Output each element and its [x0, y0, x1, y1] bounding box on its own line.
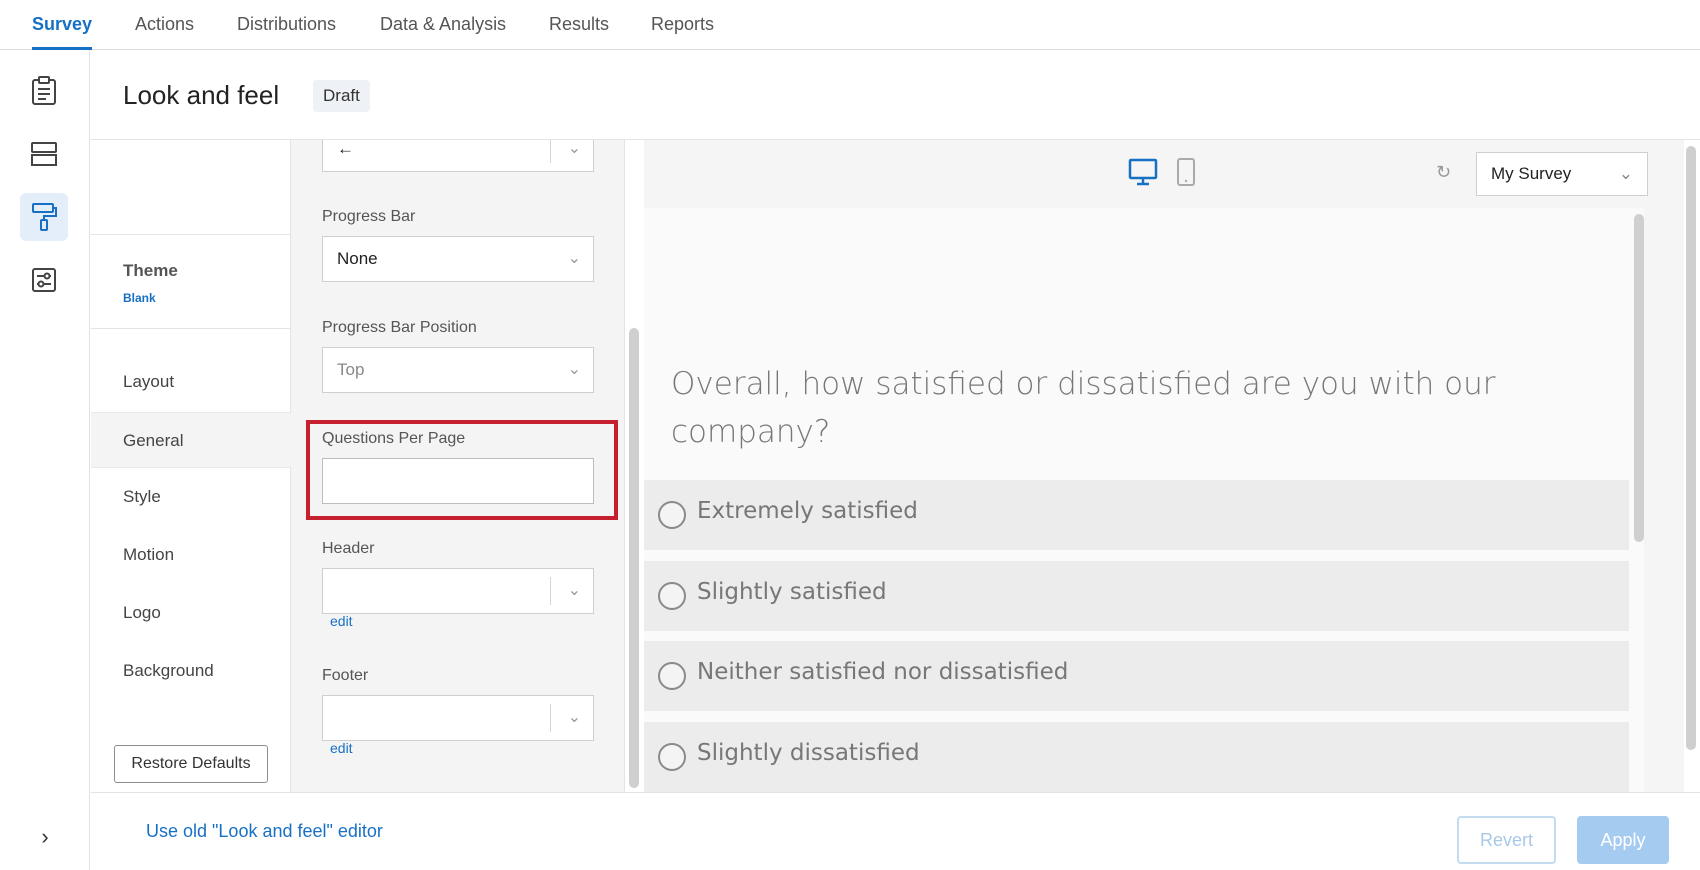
status-badge: Draft — [313, 80, 370, 112]
survey-selector[interactable]: My Survey ⌄ — [1476, 152, 1648, 196]
preview-frame: Overall, how satisfied or dissatisfied a… — [644, 208, 1644, 792]
page-scrollbar[interactable] — [1686, 146, 1696, 750]
header-edit-link[interactable]: edit — [330, 613, 353, 629]
old-editor-link[interactable]: Use old "Look and feel" editor — [146, 821, 383, 842]
chevron-down-icon: ⌄ — [567, 582, 581, 599]
footer-edit-link[interactable]: edit — [330, 740, 353, 756]
header-label: Header — [322, 540, 375, 557]
chevron-down-icon: ⌄ — [567, 250, 581, 267]
nav-item-logo[interactable]: Logo — [91, 585, 291, 641]
choice-item[interactable]: Slightly dissatisfied — [644, 722, 1629, 792]
chevron-right-icon[interactable]: › — [30, 822, 60, 852]
question-text: Overall, how satisfied or dissatisfied a… — [671, 366, 1496, 450]
options-scrollbar[interactable] — [629, 328, 639, 788]
theme-value: Blank — [123, 291, 156, 305]
tab-survey[interactable]: Survey — [32, 0, 93, 50]
choice-label: Neither satisfied nor dissatisfied — [697, 659, 1069, 685]
choice-label: Slightly dissatisfied — [697, 740, 920, 766]
apply-button[interactable]: Apply — [1577, 816, 1669, 864]
questions-per-page-highlight — [306, 420, 618, 520]
left-icon-rail: › — [0, 50, 90, 870]
progress-bar-value: None — [337, 249, 378, 268]
progress-bar-position-label: Progress Bar Position — [322, 319, 477, 336]
footer-select[interactable]: ⌄ — [322, 695, 594, 741]
progress-bar-position-value: Top — [337, 360, 365, 379]
tab-distributions[interactable]: Distributions — [237, 0, 336, 50]
preview-scrollbar[interactable] — [1634, 214, 1644, 542]
page-title: Look and feel — [123, 80, 280, 110]
settings-nav: Theme Blank Layout General Style Motion … — [91, 140, 291, 792]
select-divider — [550, 140, 551, 163]
restore-defaults-button[interactable]: Restore Defaults — [114, 745, 268, 783]
top-nav: Survey Actions Distributions Data & Anal… — [0, 0, 1700, 50]
progress-bar-select[interactable]: None ⌄ — [322, 236, 594, 282]
survey-flow-icon[interactable] — [20, 130, 68, 178]
select-divider — [550, 577, 551, 605]
choice-label: Slightly satisfied — [697, 579, 887, 605]
mobile-preview-icon[interactable] — [1176, 158, 1196, 191]
desktop-preview-icon[interactable] — [1128, 158, 1158, 191]
progress-bar-label: Progress Bar — [322, 208, 416, 225]
revert-button[interactable]: Revert — [1457, 816, 1556, 864]
paint-roller-icon[interactable] — [20, 193, 68, 241]
choice-label: Extremely satisfied — [697, 498, 918, 524]
choice-item[interactable]: Neither satisfied nor dissatisfied — [644, 641, 1629, 711]
clipboard-icon[interactable] — [20, 67, 68, 115]
nav-item-general[interactable]: General — [91, 412, 291, 468]
refresh-icon[interactable]: ↻ — [1436, 162, 1451, 183]
radio-button[interactable] — [658, 662, 686, 690]
radio-button[interactable] — [658, 743, 686, 771]
radio-button[interactable] — [658, 501, 686, 529]
header-select[interactable]: ⌄ — [322, 568, 594, 614]
choice-item[interactable]: Extremely satisfied — [644, 480, 1629, 550]
footer-label: Footer — [322, 667, 369, 684]
chevron-down-icon: ⌄ — [567, 361, 581, 378]
radio-button[interactable] — [658, 582, 686, 610]
nav-item-layout[interactable]: Layout — [91, 354, 291, 410]
tab-actions[interactable]: Actions — [135, 0, 194, 50]
chevron-down-icon: ⌄ — [567, 709, 581, 726]
survey-options-icon[interactable] — [20, 256, 68, 304]
chevron-down-icon: ⌄ — [1618, 164, 1633, 183]
chevron-down-icon: ⌄ — [567, 140, 581, 157]
next-button-select[interactable]: ← ⌄ — [322, 140, 594, 172]
select-divider — [550, 704, 551, 732]
tab-data-analysis[interactable]: Data & Analysis — [380, 0, 506, 50]
tab-results[interactable]: Results — [549, 0, 609, 50]
survey-selector-value: My Survey — [1491, 164, 1572, 183]
theme-label: Theme — [123, 261, 178, 280]
theme-section[interactable]: Theme Blank — [91, 234, 291, 329]
nav-item-motion[interactable]: Motion — [91, 527, 291, 583]
progress-bar-position-select[interactable]: Top ⌄ — [322, 347, 594, 393]
next-button-value: ← — [337, 140, 354, 158]
page-header: Look and feel Draft — [91, 50, 1700, 140]
nav-item-background[interactable]: Background — [91, 643, 291, 699]
footer-bar: Use old "Look and feel" editor Revert Ap… — [91, 792, 1700, 870]
choice-item[interactable]: Slightly satisfied — [644, 561, 1629, 631]
tab-reports[interactable]: Reports — [651, 0, 714, 50]
nav-item-style[interactable]: Style — [91, 469, 291, 525]
survey-preview: ↻ My Survey ⌄ Overall, how satisfied or … — [644, 140, 1684, 792]
